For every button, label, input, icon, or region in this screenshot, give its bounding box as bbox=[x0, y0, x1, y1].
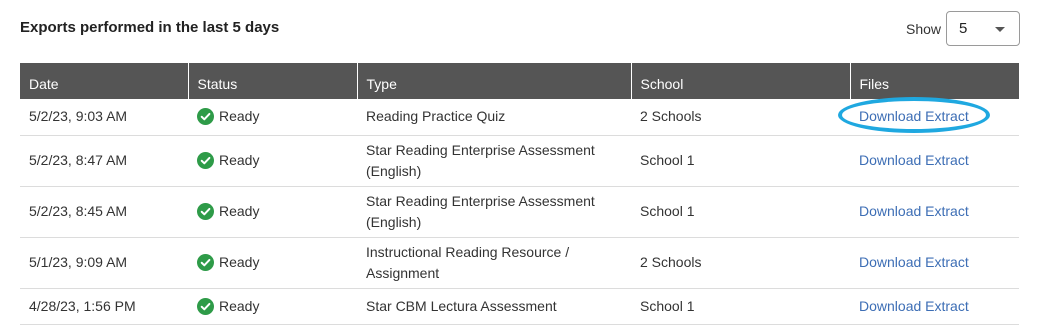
type-cell: Star Reading Enterprise Assessment (Engl… bbox=[357, 135, 631, 187]
check-circle-icon bbox=[197, 254, 214, 271]
files-cell: Download Extract bbox=[850, 99, 1019, 136]
type-cell: Instructional Reading Resource / Assignm… bbox=[357, 237, 631, 289]
type-cell: Reading Practice Quiz bbox=[357, 99, 631, 136]
table-row: 5/1/23, 9:09 AM Ready Instructional Read… bbox=[20, 237, 1019, 289]
download-extract-link[interactable]: Download Extract bbox=[859, 298, 969, 314]
table-row: 5/2/23, 8:45 AM Ready Star Reading Enter… bbox=[20, 186, 1019, 238]
column-header-type: Type bbox=[356, 63, 631, 99]
download-extract-link[interactable]: Download Extract bbox=[859, 203, 969, 219]
check-circle-icon bbox=[197, 297, 214, 315]
show-label: Show bbox=[906, 20, 942, 37]
files-cell: Download Extract bbox=[850, 135, 1019, 187]
check-circle-icon bbox=[197, 152, 214, 169]
column-header-date: Date bbox=[20, 63, 188, 99]
column-header-school: School bbox=[630, 63, 850, 99]
status-cell: Ready bbox=[188, 186, 357, 238]
status-text: Ready bbox=[219, 297, 260, 314]
type-cell: Star CBM Lectura Assessment bbox=[357, 288, 631, 325]
show-count-select[interactable]: 5 bbox=[946, 11, 1021, 46]
show-count-value: 5 bbox=[959, 20, 968, 37]
table-row: 5/2/23, 9:03 AM Ready Reading Practice Q… bbox=[20, 99, 1019, 136]
status-cell: Ready bbox=[188, 237, 357, 289]
column-header-status: Status bbox=[187, 63, 357, 99]
table-row: 4/28/23, 1:56 PM Ready Star CBM Lectura … bbox=[20, 288, 1019, 325]
files-cell: Download Extract bbox=[850, 237, 1019, 289]
download-extract-link[interactable]: Download Extract bbox=[859, 254, 969, 270]
school-cell: School 1 bbox=[631, 186, 850, 238]
download-extract-link[interactable]: Download Extract bbox=[859, 108, 969, 124]
exports-table: Date Status Type School Files 5/2/23, 9:… bbox=[20, 63, 1019, 325]
chevron-down-icon bbox=[995, 27, 1006, 32]
type-cell: Star Reading Enterprise Assessment (Engl… bbox=[357, 186, 631, 238]
status-cell: Ready bbox=[188, 99, 357, 136]
date-cell: 4/28/23, 1:56 PM bbox=[20, 288, 188, 325]
school-cell: 2 Schools bbox=[631, 237, 850, 289]
status-cell: Ready bbox=[188, 135, 357, 187]
files-cell: Download Extract bbox=[850, 288, 1019, 325]
status-text: Ready bbox=[219, 203, 260, 219]
status-cell: Ready bbox=[188, 288, 357, 325]
date-cell: 5/2/23, 8:47 AM bbox=[20, 135, 188, 187]
date-cell: 5/2/23, 8:45 AM bbox=[20, 186, 188, 238]
table-header-row: Date Status Type School Files bbox=[20, 63, 1019, 99]
download-extract-link[interactable]: Download Extract bbox=[859, 152, 969, 168]
school-cell: School 1 bbox=[631, 288, 850, 325]
column-header-files: Files bbox=[849, 63, 1019, 99]
school-cell: 2 Schools bbox=[631, 99, 850, 136]
section-title: Exports performed in the last 5 days bbox=[20, 19, 280, 36]
status-text: Ready bbox=[219, 108, 260, 125]
show-control: Show 5 bbox=[906, 10, 1021, 47]
date-cell: 5/1/23, 9:09 AM bbox=[20, 237, 188, 289]
status-text: Ready bbox=[219, 254, 260, 270]
files-cell: Download Extract bbox=[850, 186, 1019, 238]
date-cell: 5/2/23, 9:03 AM bbox=[20, 99, 188, 136]
school-cell: School 1 bbox=[631, 135, 850, 187]
check-circle-icon bbox=[197, 203, 214, 220]
exports-panel: Exports performed in the last 5 days Sho… bbox=[0, 0, 1061, 335]
status-text: Ready bbox=[219, 152, 260, 168]
check-circle-icon bbox=[197, 108, 214, 126]
table-row: 5/2/23, 8:47 AM Ready Star Reading Enter… bbox=[20, 135, 1019, 187]
